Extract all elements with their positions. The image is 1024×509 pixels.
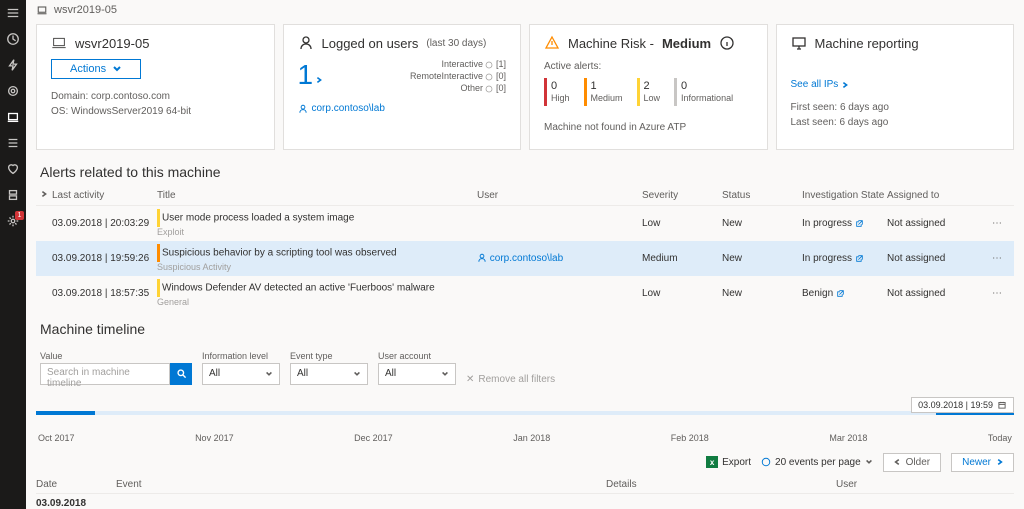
timeline-tick: Mar 2018 bbox=[829, 433, 867, 443]
row-menu-icon[interactable]: ⋯ bbox=[987, 218, 1007, 229]
ev-header-event[interactable]: Event bbox=[116, 479, 606, 490]
settings-icon[interactable] bbox=[6, 214, 20, 228]
row-menu-icon[interactable]: ⋯ bbox=[987, 288, 1007, 299]
expand-header[interactable] bbox=[36, 190, 52, 201]
see-all-ips-link[interactable]: See all IPs bbox=[791, 79, 1000, 90]
ev-header-user[interactable]: User bbox=[836, 479, 976, 490]
risk-count: 0Informational bbox=[674, 78, 737, 106]
machine-card: wsvr2019-05 Actions Domain: corp.contoso… bbox=[36, 24, 275, 150]
filter-value-label: Value bbox=[40, 351, 192, 361]
logged-users-card: Logged on users (last 30 days) 1 Interac… bbox=[283, 24, 522, 150]
newer-button[interactable]: Newer bbox=[951, 453, 1014, 472]
user-link[interactable]: corp.contoso\lab bbox=[312, 103, 385, 114]
machine-os: OS: WindowsServer2019 64-bit bbox=[51, 104, 260, 119]
alert-row[interactable]: 03.09.2018 | 18:57:35Windows Defender AV… bbox=[36, 276, 1014, 311]
info-level-select[interactable]: All bbox=[202, 363, 280, 385]
machine-risk-card: Machine Risk - Medium Active alerts: 0Hi… bbox=[529, 24, 768, 150]
laptop-icon[interactable] bbox=[6, 110, 20, 124]
risk-count: 0High bbox=[544, 78, 574, 106]
laptop-icon bbox=[36, 4, 48, 16]
per-page-select[interactable]: 20 events per page bbox=[761, 457, 873, 468]
target-icon[interactable] bbox=[6, 84, 20, 98]
alerts-section-title: Alerts related to this machine bbox=[26, 154, 1024, 186]
user-meta-row: RemoteInteractive [0] bbox=[410, 71, 506, 81]
event-group-date: 03.09.2018 bbox=[36, 494, 1014, 509]
header-user[interactable]: User bbox=[477, 190, 642, 201]
chevron-right-icon bbox=[315, 76, 323, 84]
card-title: Logged on users bbox=[322, 36, 419, 51]
header-assigned[interactable]: Assigned to bbox=[887, 190, 987, 201]
breadcrumb: wsvr2019-05 bbox=[26, 0, 1024, 20]
search-input[interactable]: Search in machine timeline bbox=[40, 363, 170, 385]
monitor-icon bbox=[791, 35, 807, 51]
header-status[interactable]: Status bbox=[722, 190, 802, 201]
user-count[interactable]: 1 bbox=[298, 59, 324, 93]
user-meta-row: Interactive [1] bbox=[441, 59, 506, 69]
timeline-section-title: Machine timeline bbox=[26, 311, 1024, 343]
timeline-track[interactable]: 03.09.2018 | 19:59 bbox=[36, 403, 1014, 431]
header-last-activity[interactable]: Last activity bbox=[52, 190, 157, 201]
bolt-icon[interactable] bbox=[6, 58, 20, 72]
row-menu-icon[interactable]: ⋯ bbox=[987, 253, 1007, 264]
search-button[interactable] bbox=[170, 363, 192, 385]
actions-button[interactable]: Actions bbox=[51, 59, 141, 79]
timeline-tick: Oct 2017 bbox=[38, 433, 75, 443]
event-type-select[interactable]: All bbox=[290, 363, 368, 385]
header-investigation[interactable]: Investigation State bbox=[802, 190, 887, 201]
timeline-date-pill[interactable]: 03.09.2018 | 19:59 bbox=[911, 397, 1014, 413]
user-icon bbox=[298, 35, 314, 51]
ev-header-date[interactable]: Date bbox=[36, 479, 116, 490]
chevron-right-icon bbox=[841, 81, 849, 89]
user-icon bbox=[298, 104, 308, 114]
dashboard-icon[interactable] bbox=[6, 32, 20, 46]
header-title[interactable]: Title bbox=[157, 190, 477, 201]
machine-name: wsvr2019-05 bbox=[75, 36, 149, 51]
info-icon[interactable] bbox=[719, 35, 735, 51]
calendar-icon bbox=[997, 400, 1007, 410]
export-button[interactable]: xExport bbox=[706, 456, 751, 468]
laptop-icon bbox=[51, 35, 67, 51]
ev-header-details[interactable]: Details bbox=[606, 479, 836, 490]
heart-icon[interactable] bbox=[6, 162, 20, 176]
breadcrumb-machine: wsvr2019-05 bbox=[54, 4, 117, 16]
older-button[interactable]: Older bbox=[883, 453, 941, 472]
server-icon[interactable] bbox=[6, 188, 20, 202]
list-icon[interactable] bbox=[6, 136, 20, 150]
header-severity[interactable]: Severity bbox=[642, 190, 722, 201]
risk-count: 1Medium bbox=[584, 78, 627, 106]
warning-icon bbox=[544, 35, 560, 51]
left-nav bbox=[0, 0, 26, 509]
timeline-tick: Feb 2018 bbox=[671, 433, 709, 443]
timeline-tick: Today bbox=[988, 433, 1012, 443]
alert-row[interactable]: 03.09.2018 | 19:59:26Suspicious behavior… bbox=[36, 241, 1014, 276]
machine-domain: Domain: corp.contoso.com bbox=[51, 89, 260, 104]
chevron-down-icon bbox=[112, 64, 122, 74]
hamburger-icon[interactable] bbox=[6, 6, 20, 20]
user-account-select[interactable]: All bbox=[378, 363, 456, 385]
machine-reporting-card: Machine reporting See all IPs First seen… bbox=[776, 24, 1015, 150]
timeline-tick: Dec 2017 bbox=[354, 433, 393, 443]
timeline-tick: Nov 2017 bbox=[195, 433, 234, 443]
risk-count: 2Low bbox=[637, 78, 665, 106]
timeline-tick: Jan 2018 bbox=[513, 433, 550, 443]
user-meta-row: Other [0] bbox=[460, 83, 506, 93]
remove-filters-button[interactable]: ✕ Remove all filters bbox=[466, 374, 555, 385]
alerts-table: Last activity Title User Severity Status… bbox=[36, 186, 1014, 311]
alert-row[interactable]: 03.09.2018 | 20:03:29User mode process l… bbox=[36, 206, 1014, 241]
